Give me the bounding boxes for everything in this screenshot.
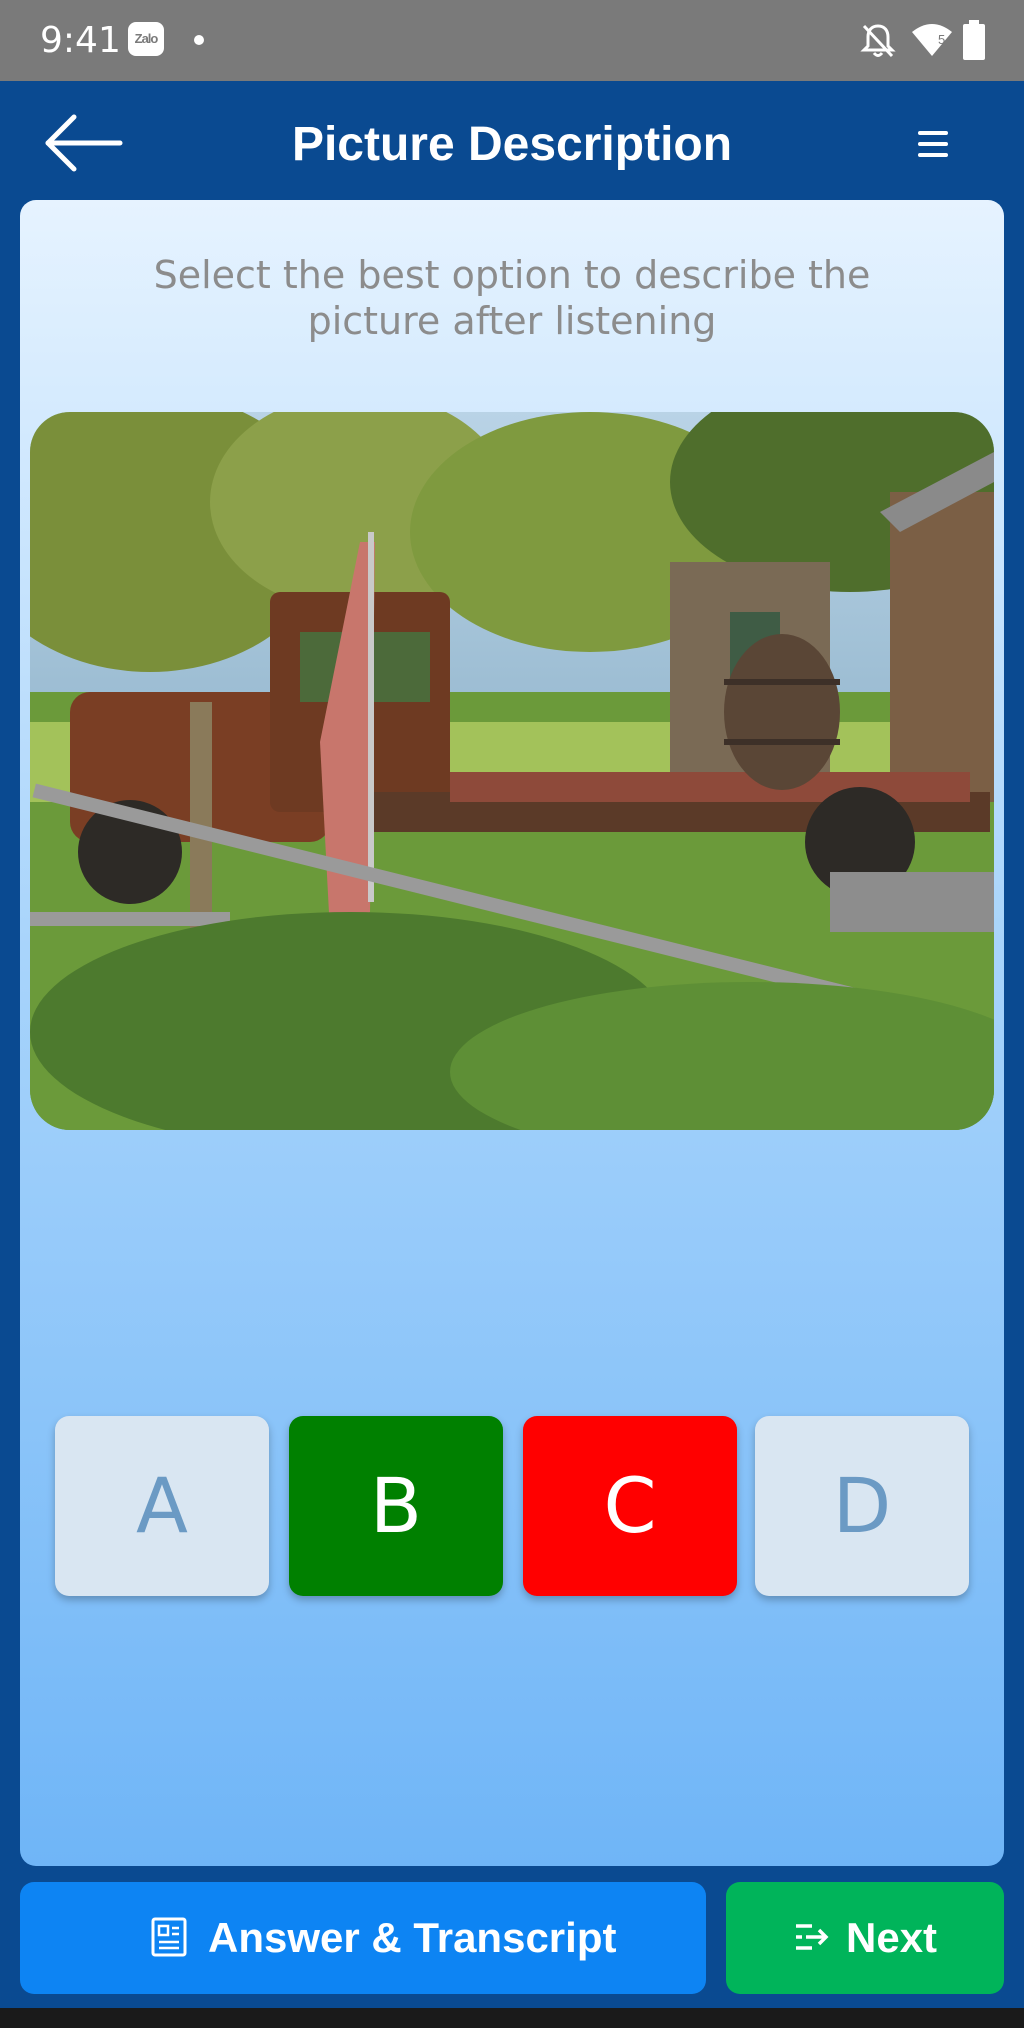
status-time: 9:41: [40, 20, 121, 61]
instruction-text: Select the best option to describe the p…: [153, 253, 871, 343]
answer-options: A B C D: [55, 1416, 969, 1596]
back-button[interactable]: [44, 113, 124, 173]
status-bar: 9:41 Zalo 5: [0, 0, 1024, 81]
question-card: Select the best option to describe the p…: [20, 200, 1004, 1866]
menu-icon: [918, 131, 948, 157]
notification-dot-icon: [194, 35, 204, 45]
page-title: Picture Description: [291, 118, 733, 171]
battery-icon: [963, 20, 985, 60]
option-c-button[interactable]: C: [523, 1416, 737, 1596]
option-a-button[interactable]: A: [55, 1416, 269, 1596]
answer-transcript-button[interactable]: Answer & Transcript: [20, 1882, 706, 1994]
next-button[interactable]: Next: [726, 1882, 1004, 1994]
next-label: Next: [846, 1914, 938, 1961]
app-header: Picture Description: [0, 81, 1024, 199]
document-icon: [151, 1917, 187, 1957]
question-picture: [30, 412, 994, 1130]
wifi-icon: 5: [912, 24, 952, 56]
next-arrow-icon: [796, 1924, 829, 1950]
svg-text:5: 5: [938, 32, 945, 47]
question-photo-illustration: [30, 412, 994, 1130]
system-nav-bar: [0, 2008, 1024, 2028]
arrow-left-icon: [45, 114, 123, 172]
bell-off-icon: [860, 24, 896, 58]
option-b-button[interactable]: B: [289, 1416, 503, 1596]
zalo-icon: Zalo: [128, 22, 164, 56]
option-d-button[interactable]: D: [755, 1416, 969, 1596]
menu-button[interactable]: [914, 127, 954, 161]
answer-transcript-label: Answer & Transcript: [208, 1914, 617, 1961]
